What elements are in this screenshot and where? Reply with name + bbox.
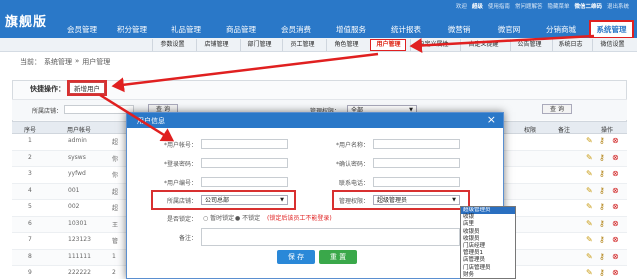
annotation-arrows bbox=[99, 34, 595, 142]
arrow-to-dialog bbox=[99, 93, 175, 142]
arrow-to-users-tab bbox=[409, 34, 595, 53]
arrow-to-add-button bbox=[111, 52, 379, 93]
